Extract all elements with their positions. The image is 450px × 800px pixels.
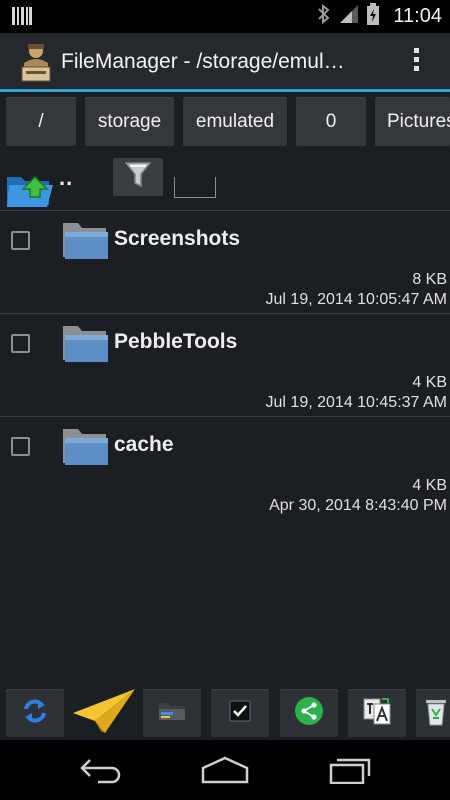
page-title: FileManager - /storage/emul… — [61, 50, 345, 73]
list-item[interactable]: PebbleTools 4 KB Jul 19, 2014 10:45:37 A… — [0, 313, 450, 417]
refresh-icon — [21, 697, 49, 730]
translate-icon — [362, 696, 392, 731]
file-size: 4 KB — [412, 374, 447, 391]
clock: 11:04 — [393, 5, 442, 27]
back-icon[interactable] — [78, 756, 122, 789]
file-size: 4 KB — [412, 477, 447, 494]
breadcrumb-emulated[interactable]: emulated — [183, 97, 287, 147]
file-name: cache — [114, 433, 174, 456]
file-date: Apr 30, 2014 8:43:40 PM — [269, 497, 447, 514]
navigation-bar — [0, 740, 450, 800]
folder-move-icon — [157, 700, 187, 727]
filter-icon — [124, 161, 152, 194]
recycle-bin-icon — [424, 696, 448, 731]
folder-up-icon[interactable] — [5, 167, 57, 214]
breadcrumb-storage[interactable]: storage — [85, 97, 174, 147]
filter-button[interactable] — [113, 158, 163, 196]
folder-icon — [62, 322, 110, 369]
select-checkbox[interactable] — [11, 334, 30, 353]
list-item[interactable]: cache 4 KB Apr 30, 2014 8:43:40 PM — [0, 416, 450, 520]
overflow-menu-icon[interactable] — [404, 45, 428, 79]
filter-input[interactable] — [174, 177, 216, 198]
refresh-button[interactable] — [6, 689, 64, 737]
select-button[interactable] — [211, 689, 269, 737]
file-date: Jul 19, 2014 10:05:47 AM — [265, 291, 447, 308]
parent-folder-label[interactable]: .. — [59, 165, 73, 191]
recents-icon[interactable] — [329, 756, 373, 789]
paper-plane-icon — [71, 687, 137, 740]
barcode-icon — [12, 7, 32, 30]
file-date: Jul 19, 2014 10:45:37 AM — [265, 394, 447, 411]
file-size: 8 KB — [412, 271, 447, 288]
file-name: Screenshots — [114, 227, 241, 250]
breadcrumb: / storage emulated 0 Pictures — [0, 97, 450, 149]
select-checkbox[interactable] — [11, 437, 30, 456]
home-icon[interactable] — [201, 756, 249, 789]
file-name: PebbleTools — [114, 330, 238, 353]
folder-icon — [62, 425, 110, 472]
share-icon — [294, 696, 324, 731]
breadcrumb-0[interactable]: 0 — [296, 97, 366, 147]
bottom-toolbar — [0, 686, 450, 740]
checkbox-select-icon — [229, 700, 251, 727]
folder-icon — [62, 219, 110, 266]
move-button[interactable] — [143, 689, 201, 737]
status-bar: 11:04 — [0, 0, 450, 33]
action-bar-accent — [0, 89, 450, 92]
signal-icon — [339, 4, 359, 29]
translate-button[interactable] — [348, 689, 406, 737]
battery-charging-icon — [367, 3, 380, 30]
breadcrumb-root[interactable]: / — [6, 97, 76, 147]
send-button[interactable] — [71, 687, 137, 740]
list-item[interactable]: Screenshots 8 KB Jul 19, 2014 10:05:47 A… — [0, 210, 450, 314]
share-button[interactable] — [280, 689, 338, 737]
breadcrumb-pictures[interactable]: Pictures — [375, 97, 450, 147]
select-checkbox[interactable] — [11, 231, 30, 250]
archive-man-icon[interactable] — [18, 43, 54, 88]
delete-button[interactable] — [416, 689, 450, 737]
bluetooth-icon — [317, 3, 331, 29]
